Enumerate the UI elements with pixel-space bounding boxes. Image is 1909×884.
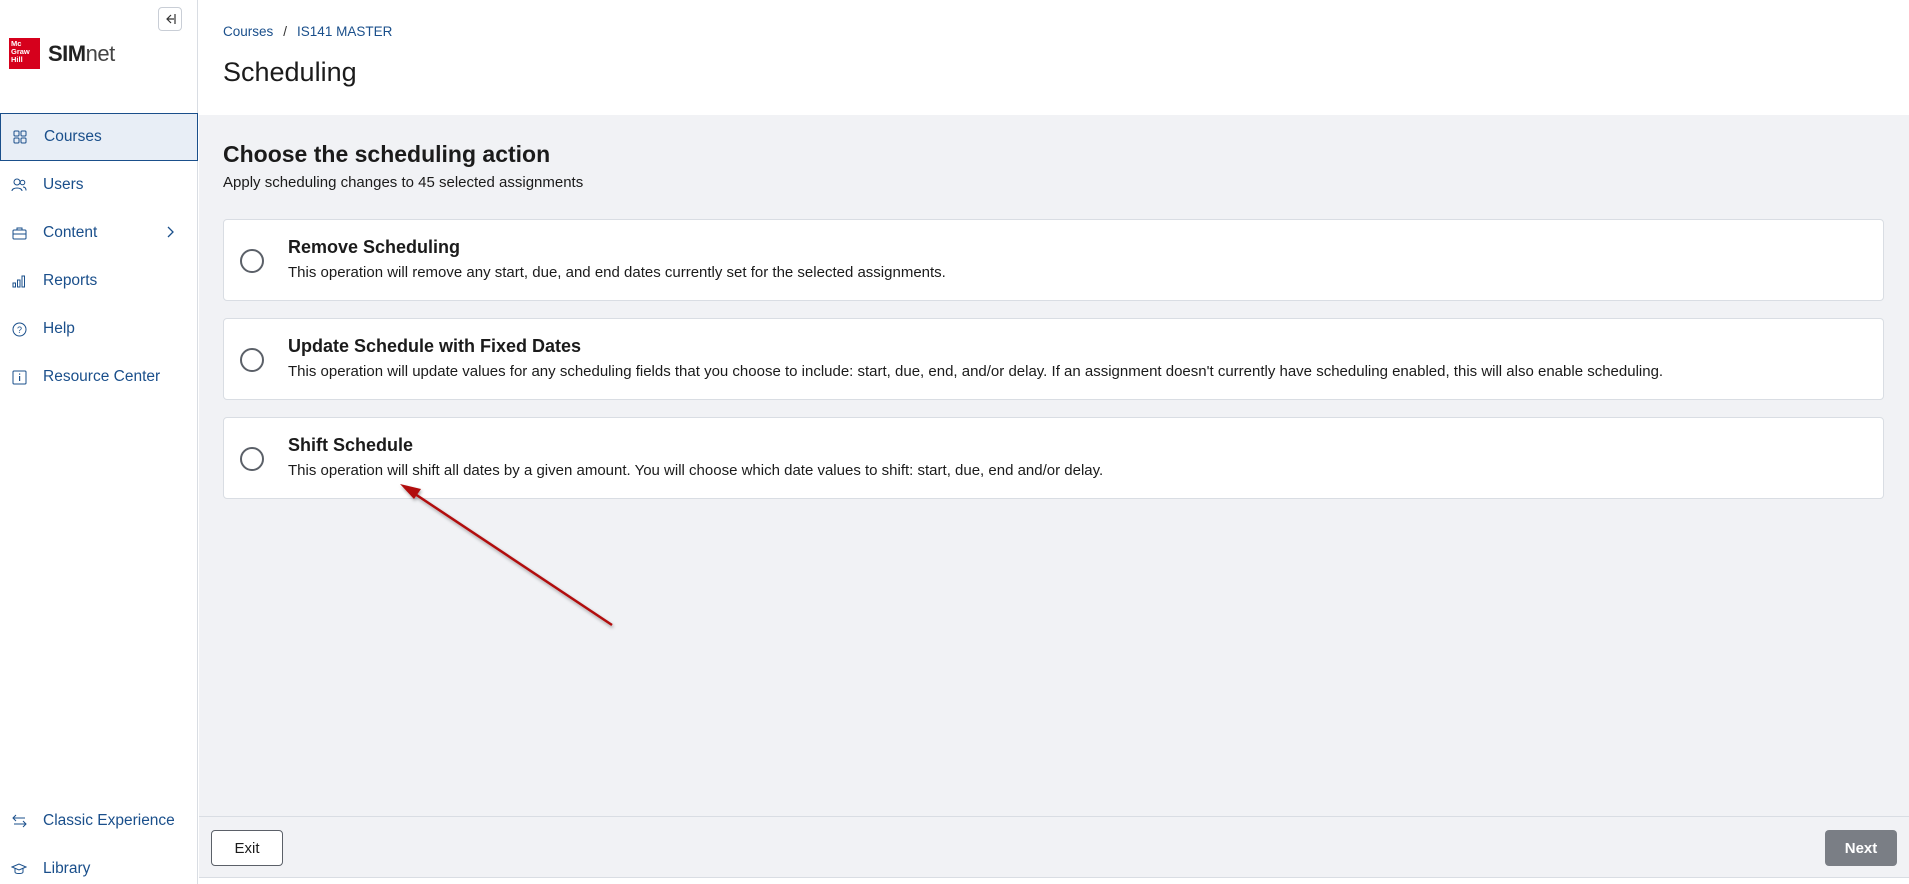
- simnet-brand: SIMnet: [48, 40, 115, 66]
- sidebar-item-users[interactable]: Users: [0, 161, 198, 209]
- radio-button[interactable]: [240, 249, 264, 273]
- footer-divider: [199, 877, 1909, 884]
- sidebar-item-reports[interactable]: Reports: [0, 257, 198, 305]
- sidebar-item-label: Users: [43, 176, 84, 193]
- sidebar-item-label: Courses: [44, 128, 102, 145]
- section-subtitle: Apply scheduling changes to 45 selected …: [223, 174, 584, 191]
- option-title: Remove Scheduling: [288, 237, 461, 257]
- swap-arrows-icon: [11, 813, 27, 829]
- sidebar-item-label: Resource Center: [43, 368, 161, 385]
- grid-icon: [12, 129, 28, 145]
- collapse-sidebar-button[interactable]: [158, 7, 182, 31]
- sidebar-item-library[interactable]: Library: [0, 845, 198, 884]
- radio-button[interactable]: [240, 447, 264, 471]
- exit-button[interactable]: Exit: [211, 830, 283, 866]
- sidebar-item-resource-center[interactable]: Resource Center: [0, 353, 198, 401]
- option-shift-schedule[interactable]: Shift Schedule This operation will shift…: [223, 417, 1884, 499]
- logo: Mc Graw Hill SIMnet: [9, 38, 115, 69]
- sidebar-item-label: Classic Experience: [43, 812, 175, 829]
- bar-chart-icon: [11, 273, 27, 289]
- option-description: This operation will shift all dates by a…: [288, 462, 1104, 479]
- sidebar-item-courses[interactable]: Courses: [0, 113, 198, 161]
- chevron-right-icon: [167, 226, 174, 238]
- sidebar: Mc Graw Hill SIMnet Courses Users Conten…: [0, 0, 198, 884]
- sidebar-item-label: Library: [43, 860, 91, 877]
- next-button[interactable]: Next: [1825, 830, 1897, 866]
- breadcrumb-separator: /: [283, 24, 288, 39]
- sidebar-item-help[interactable]: ? Help: [0, 305, 198, 353]
- main-content: Choose the scheduling action Apply sched…: [199, 115, 1909, 816]
- option-update-schedule-fixed-dates[interactable]: Update Schedule with Fixed Dates This op…: [223, 318, 1884, 400]
- sidebar-item-content[interactable]: Content: [0, 209, 198, 257]
- graduation-cap-icon: [11, 861, 27, 877]
- page-header: Courses / IS141 MASTER Scheduling: [199, 0, 1909, 115]
- collapse-left-icon: [166, 14, 176, 24]
- option-description: This operation will remove any start, du…: [288, 264, 946, 281]
- radio-button[interactable]: [240, 348, 264, 372]
- sidebar-item-label: Reports: [43, 272, 98, 289]
- info-icon: [11, 369, 27, 385]
- section-title: Choose the scheduling action: [223, 141, 551, 167]
- breadcrumb-link-courses[interactable]: Courses: [223, 24, 273, 39]
- briefcase-icon: [11, 225, 27, 241]
- svg-text:?: ?: [16, 325, 21, 335]
- sidebar-item-label: Content: [43, 224, 98, 241]
- breadcrumb: Courses / IS141 MASTER: [223, 24, 392, 39]
- users-icon: [11, 177, 27, 193]
- sidebar-nav: Courses Users Content Reports ? Help Res…: [0, 113, 198, 401]
- option-title: Shift Schedule: [288, 435, 414, 455]
- page-title: Scheduling: [223, 57, 357, 87]
- breadcrumb-link-course[interactable]: IS141 MASTER: [297, 24, 392, 39]
- mcgraw-hill-logo: Mc Graw Hill: [9, 38, 40, 69]
- sidebar-bottom-nav: Classic Experience Library: [0, 797, 198, 884]
- footer-bar: Exit Next: [199, 816, 1909, 877]
- help-circle-icon: ?: [11, 321, 27, 337]
- option-remove-scheduling[interactable]: Remove Scheduling This operation will re…: [223, 219, 1884, 301]
- option-description: This operation will update values for an…: [288, 363, 1664, 380]
- sidebar-item-classic-experience[interactable]: Classic Experience: [0, 797, 198, 845]
- option-title: Update Schedule with Fixed Dates: [288, 336, 582, 356]
- sidebar-item-label: Help: [43, 320, 75, 337]
